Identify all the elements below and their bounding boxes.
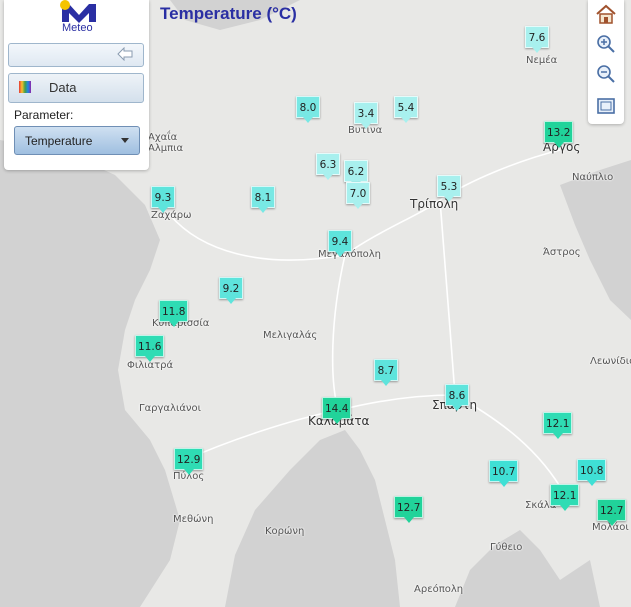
zoom-out-icon[interactable]	[593, 62, 619, 86]
station-marker[interactable]: 10.8	[577, 459, 607, 486]
station-marker[interactable]: 11.6	[135, 335, 165, 362]
station-marker[interactable]: 8.7	[374, 359, 398, 386]
parameter-label: Parameter:	[14, 108, 74, 122]
place-label: Άστρος	[543, 247, 581, 258]
data-button[interactable]: Data	[8, 73, 144, 103]
place-label: Αλμπια	[148, 143, 184, 154]
station-marker[interactable]: 14.4	[322, 397, 352, 424]
place-label: Αχαΐα	[148, 132, 178, 143]
station-marker[interactable]: 6.2	[344, 160, 368, 187]
place-label: Μελιγαλάς	[263, 330, 318, 341]
station-marker[interactable]: 12.7	[597, 499, 627, 526]
collapse-panel-button[interactable]	[8, 43, 144, 67]
map-title: Temperature (°C)	[160, 4, 297, 23]
palette-icon	[19, 81, 31, 93]
place-label: Γύθειο	[490, 542, 523, 553]
station-marker[interactable]: 5.3	[437, 175, 461, 202]
station-marker[interactable]: 12.1	[543, 412, 573, 439]
zoom-in-icon[interactable]	[593, 32, 619, 56]
parameter-value: Temperature	[25, 134, 93, 148]
station-marker[interactable]: 6.3	[316, 153, 340, 180]
place-label: Κορώνη	[265, 526, 305, 537]
home-icon[interactable]	[593, 2, 619, 26]
station-marker[interactable]: 12.1	[550, 484, 580, 511]
zoom-extent-icon[interactable]	[593, 94, 619, 118]
map-toolbar	[588, 0, 624, 124]
data-button-label: Data	[49, 80, 77, 95]
station-marker[interactable]: 9.4	[328, 230, 352, 257]
station-marker[interactable]: 7.6	[525, 26, 549, 53]
station-marker[interactable]: 10.7	[489, 460, 519, 487]
station-marker[interactable]: 11.8	[159, 300, 189, 327]
control-panel: Meteo Data Parameter: Temperature	[4, 0, 149, 170]
place-label: Νεμέα	[526, 55, 558, 66]
parameter-select[interactable]: Temperature	[14, 126, 140, 155]
place-label: Λεωνίδιο	[590, 356, 631, 367]
station-marker[interactable]: 8.0	[296, 96, 320, 123]
place-label: Γαργαλιάνοι	[139, 403, 202, 414]
place-label: Αρεόπολη	[414, 584, 464, 595]
station-marker[interactable]: 12.9	[174, 448, 204, 475]
station-marker[interactable]: 8.1	[251, 186, 275, 213]
station-marker[interactable]: 12.7	[394, 496, 424, 523]
place-label: Ναύπλιο	[572, 172, 614, 183]
station-marker[interactable]: 9.2	[219, 277, 243, 304]
station-marker[interactable]: 3.4	[354, 102, 378, 129]
arrow-left-icon	[117, 47, 133, 61]
chevron-down-icon	[121, 138, 129, 143]
station-marker[interactable]: 5.4	[394, 96, 418, 123]
logo-text: Meteo	[62, 22, 93, 34]
station-marker[interactable]: 8.6	[445, 384, 469, 411]
station-marker[interactable]: 9.3	[151, 186, 175, 213]
station-marker[interactable]: 7.0	[346, 182, 370, 209]
station-marker[interactable]: 13.2	[544, 121, 574, 148]
place-label: Μεθώνη	[173, 514, 214, 525]
